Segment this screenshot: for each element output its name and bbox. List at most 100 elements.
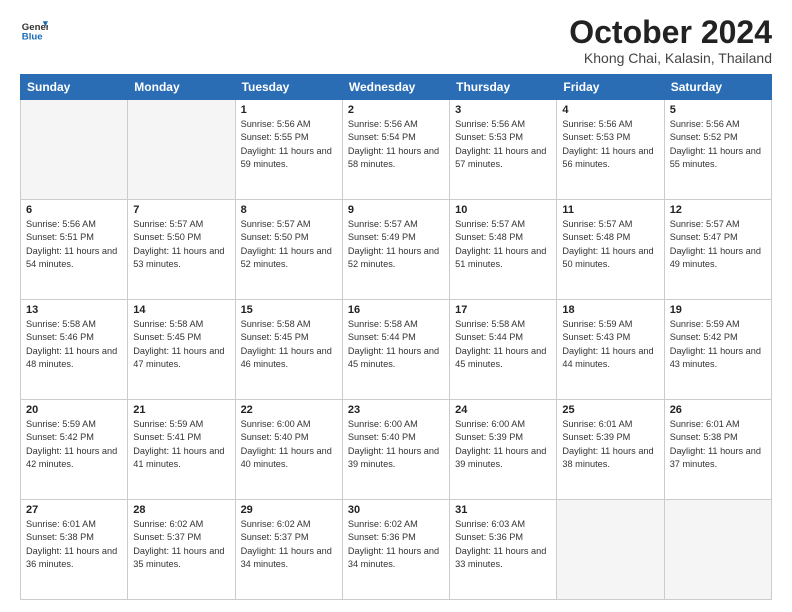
table-row: 7 Sunrise: 5:57 AMSunset: 5:50 PMDaylight… [128,200,235,300]
day-number: 21 [133,404,229,416]
calendar-week-row: 20Sunrise: 5:59 AMSunset: 5:42 PMDayligh… [21,400,772,500]
table-row: 19Sunrise: 5:59 AMSunset: 5:42 PMDayligh… [664,300,771,400]
location: Khong Chai, Kalasin, Thailand [569,50,772,66]
day-number: 8 [241,204,337,216]
day-number: 26 [670,404,766,416]
day-info: Sunrise: 6:00 AMSunset: 5:40 PMDaylight:… [348,418,444,471]
day-number: 7 [133,204,229,216]
day-info: Sunrise: 5:56 AMSunset: 5:53 PMDaylight:… [562,118,658,171]
col-thursday: Thursday [450,75,557,100]
day-number: 27 [26,504,122,516]
table-row: 13 Sunrise: 5:58 AMSunset: 5:46 PMDayligh… [21,300,128,400]
table-row: 21 Sunrise: 5:59 AMSunset: 5:41 PMDayligh… [128,400,235,500]
calendar-table: Sunday Monday Tuesday Wednesday Thursday… [20,74,772,600]
table-row: 16 Sunrise: 5:58 AMSunset: 5:44 PMDayligh… [342,300,449,400]
day-number: 25 [562,404,658,416]
day-info: Sunrise: 5:59 AMSunset: 5:42 PMDaylight:… [670,318,766,371]
day-info: Sunrise: 5:58 AMSunset: 5:44 PMDaylight:… [348,318,444,371]
day-number: 4 [562,104,658,116]
day-info: Sunrise: 5:58 AMSunset: 5:45 PMDaylight:… [241,318,337,371]
table-row: 3 Sunrise: 5:56 AMSunset: 5:53 PMDaylight… [450,100,557,200]
table-row: 23 Sunrise: 6:00 AMSunset: 5:40 PMDayligh… [342,400,449,500]
day-number: 18 [562,304,658,316]
table-row: 26 Sunrise: 6:01 AMSunset: 5:38 PMDayligh… [664,400,771,500]
day-number: 1 [241,104,337,116]
day-number: 13 [26,304,122,316]
day-info: Sunrise: 5:57 AMSunset: 5:50 PMDaylight:… [241,218,337,271]
day-info: Sunrise: 6:02 AMSunset: 5:37 PMDaylight:… [133,518,229,571]
calendar-page: General Blue October 2024 Khong Chai, Ka… [0,0,792,612]
day-number: 29 [241,504,337,516]
day-info: Sunrise: 5:57 AMSunset: 5:50 PMDaylight:… [133,218,229,271]
day-info: Sunrise: 5:59 AMSunset: 5:42 PMDaylight:… [26,418,122,471]
day-info: Sunrise: 5:58 AMSunset: 5:44 PMDaylight:… [455,318,551,371]
day-info: Sunrise: 5:57 AMSunset: 5:48 PMDaylight:… [562,218,658,271]
day-info: Sunrise: 5:59 AMSunset: 5:43 PMDaylight:… [562,318,658,371]
day-info: Sunrise: 6:02 AMSunset: 5:36 PMDaylight:… [348,518,444,571]
day-info: Sunrise: 5:56 AMSunset: 5:52 PMDaylight:… [670,118,766,171]
col-friday: Friday [557,75,664,100]
table-row: 28 Sunrise: 6:02 AMSunset: 5:37 PMDayligh… [128,500,235,600]
day-number: 22 [241,404,337,416]
table-row: 18 Sunrise: 5:59 AMSunset: 5:43 PMDayligh… [557,300,664,400]
table-row: 1 Sunrise: 5:56 AMSunset: 5:55 PMDaylight… [235,100,342,200]
day-info: Sunrise: 6:03 AMSunset: 5:36 PMDaylight:… [455,518,551,571]
table-row: 14 Sunrise: 5:58 AMSunset: 5:45 PMDayligh… [128,300,235,400]
table-row: 31 Sunrise: 6:03 AMSunset: 5:36 PMDayligh… [450,500,557,600]
table-row: 29 Sunrise: 6:02 AMSunset: 5:37 PMDayligh… [235,500,342,600]
table-row: 2 Sunrise: 5:56 AMSunset: 5:54 PMDaylight… [342,100,449,200]
table-row [128,100,235,200]
table-row: 24 Sunrise: 6:00 AMSunset: 5:39 PMDayligh… [450,400,557,500]
day-info: Sunrise: 5:58 AMSunset: 5:46 PMDaylight:… [26,318,122,371]
day-info: Sunrise: 5:56 AMSunset: 5:54 PMDaylight:… [348,118,444,171]
day-info: Sunrise: 6:02 AMSunset: 5:37 PMDaylight:… [241,518,337,571]
day-info: Sunrise: 5:56 AMSunset: 5:51 PMDaylight:… [26,218,122,271]
table-row: 17 Sunrise: 5:58 AMSunset: 5:44 PMDayligh… [450,300,557,400]
day-info: Sunrise: 5:57 AMSunset: 5:47 PMDaylight:… [670,218,766,271]
logo-icon: General Blue [20,16,48,44]
day-number: 14 [133,304,229,316]
table-row: 11 Sunrise: 5:57 AMSunset: 5:48 PMDayligh… [557,200,664,300]
day-info: Sunrise: 5:58 AMSunset: 5:45 PMDaylight:… [133,318,229,371]
day-number: 30 [348,504,444,516]
table-row: 25 Sunrise: 6:01 AMSunset: 5:39 PMDayligh… [557,400,664,500]
day-info: Sunrise: 6:00 AMSunset: 5:39 PMDaylight:… [455,418,551,471]
calendar-week-row: 1 Sunrise: 5:56 AMSunset: 5:55 PMDaylight… [21,100,772,200]
day-number: 3 [455,104,551,116]
day-number: 28 [133,504,229,516]
table-row: 10 Sunrise: 5:57 AMSunset: 5:48 PMDayligh… [450,200,557,300]
day-number: 5 [670,104,766,116]
day-number: 15 [241,304,337,316]
table-row: 9Sunrise: 5:57 AMSunset: 5:49 PMDaylight… [342,200,449,300]
day-number: 17 [455,304,551,316]
day-info: Sunrise: 5:59 AMSunset: 5:41 PMDaylight:… [133,418,229,471]
calendar-header-row: Sunday Monday Tuesday Wednesday Thursday… [21,75,772,100]
day-number: 23 [348,404,444,416]
month-title: October 2024 [569,16,772,48]
calendar-week-row: 27 Sunrise: 6:01 AMSunset: 5:38 PMDayligh… [21,500,772,600]
day-number: 11 [562,204,658,216]
table-row [21,100,128,200]
day-info: Sunrise: 5:56 AMSunset: 5:53 PMDaylight:… [455,118,551,171]
logo: General Blue [20,16,52,44]
day-info: Sunrise: 5:57 AMSunset: 5:49 PMDaylight:… [348,218,444,271]
day-info: Sunrise: 6:00 AMSunset: 5:40 PMDaylight:… [241,418,337,471]
day-info: Sunrise: 5:57 AMSunset: 5:48 PMDaylight:… [455,218,551,271]
day-info: Sunrise: 5:56 AMSunset: 5:55 PMDaylight:… [241,118,337,171]
day-info: Sunrise: 6:01 AMSunset: 5:38 PMDaylight:… [670,418,766,471]
table-row: 15 Sunrise: 5:58 AMSunset: 5:45 PMDayligh… [235,300,342,400]
day-number: 16 [348,304,444,316]
day-info: Sunrise: 6:01 AMSunset: 5:39 PMDaylight:… [562,418,658,471]
day-info: Sunrise: 6:01 AMSunset: 5:38 PMDaylight:… [26,518,122,571]
svg-text:Blue: Blue [22,32,43,43]
day-number: 31 [455,504,551,516]
day-number: 12 [670,204,766,216]
title-block: October 2024 Khong Chai, Kalasin, Thaila… [569,16,772,66]
table-row: 27 Sunrise: 6:01 AMSunset: 5:38 PMDayligh… [21,500,128,600]
table-row: 6Sunrise: 5:56 AMSunset: 5:51 PMDaylight… [21,200,128,300]
day-number: 10 [455,204,551,216]
day-number: 2 [348,104,444,116]
day-number: 24 [455,404,551,416]
col-sunday: Sunday [21,75,128,100]
table-row: 30 Sunrise: 6:02 AMSunset: 5:36 PMDayligh… [342,500,449,600]
